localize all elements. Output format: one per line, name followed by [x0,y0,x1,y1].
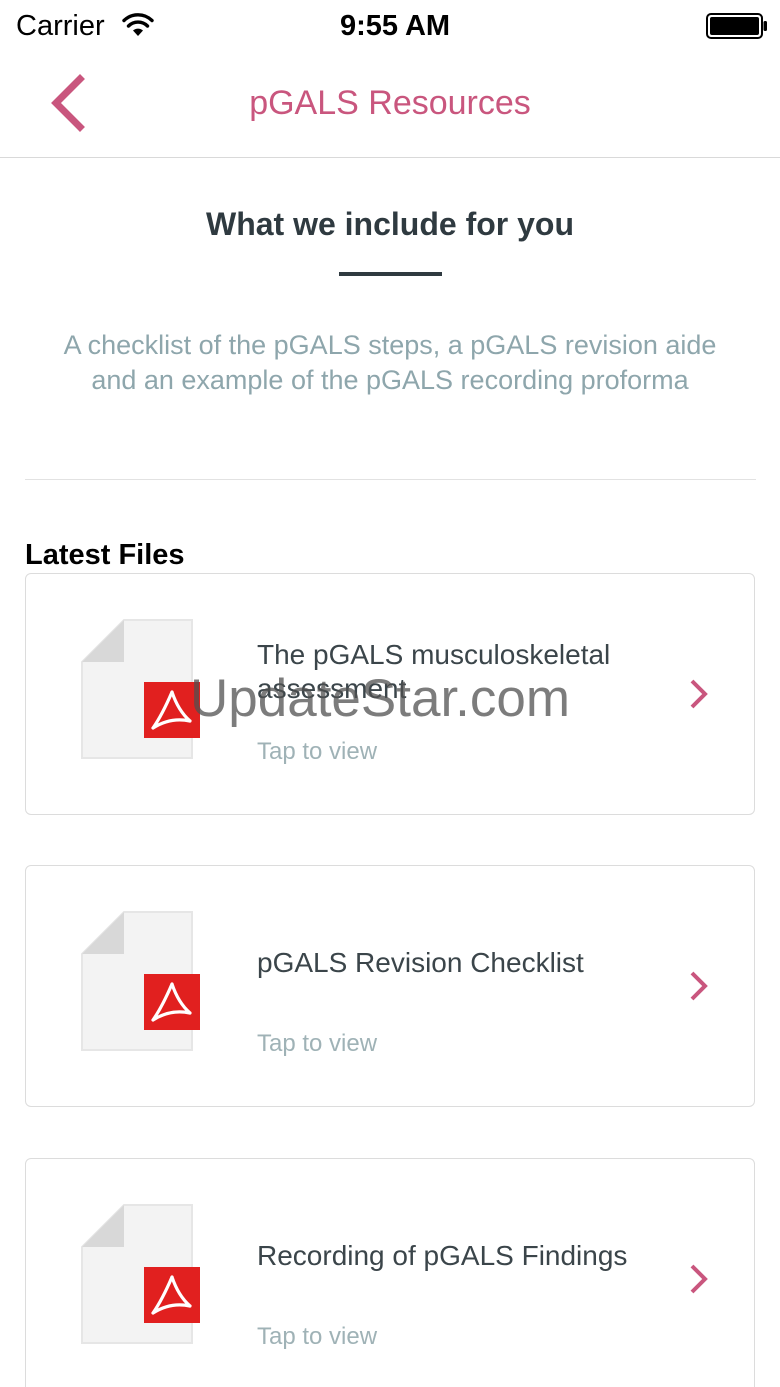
file-card[interactable]: pGALS Revision Checklist Tap to view [25,865,755,1107]
watermark: UpdateStar.com [190,669,571,728]
pdf-file-icon [81,1204,200,1344]
chevron-right-icon [690,679,708,709]
latest-files-title: Latest Files [25,539,185,571]
navigation-bar: pGALS Resources [0,54,780,158]
file-subtitle: Tap to view [257,738,378,765]
page-title: pGALS Resources [249,84,531,122]
file-name: Recording of pGALS Findings [257,1240,628,1271]
clock-time: 9:55 AM [339,10,451,42]
chevron-right-icon [690,971,708,1001]
heading-underline [339,272,442,276]
pdf-file-icon [81,619,200,759]
battery-icon [706,13,767,39]
intro-description: A checklist of the pGALS steps, a pGALS … [63,330,717,395]
file-name: pGALS Revision Checklist [257,947,584,978]
section-divider [25,479,756,480]
file-card[interactable]: Recording of pGALS Findings Tap to view [25,1158,755,1387]
chevron-right-icon [690,1264,708,1294]
file-subtitle: Tap to view [257,1323,378,1350]
section-heading: What we include for you [205,206,574,242]
pdf-file-icon [81,911,200,1051]
status-bar: Carrier 9:55 AM [0,0,780,54]
file-subtitle: Tap to view [257,1030,378,1057]
